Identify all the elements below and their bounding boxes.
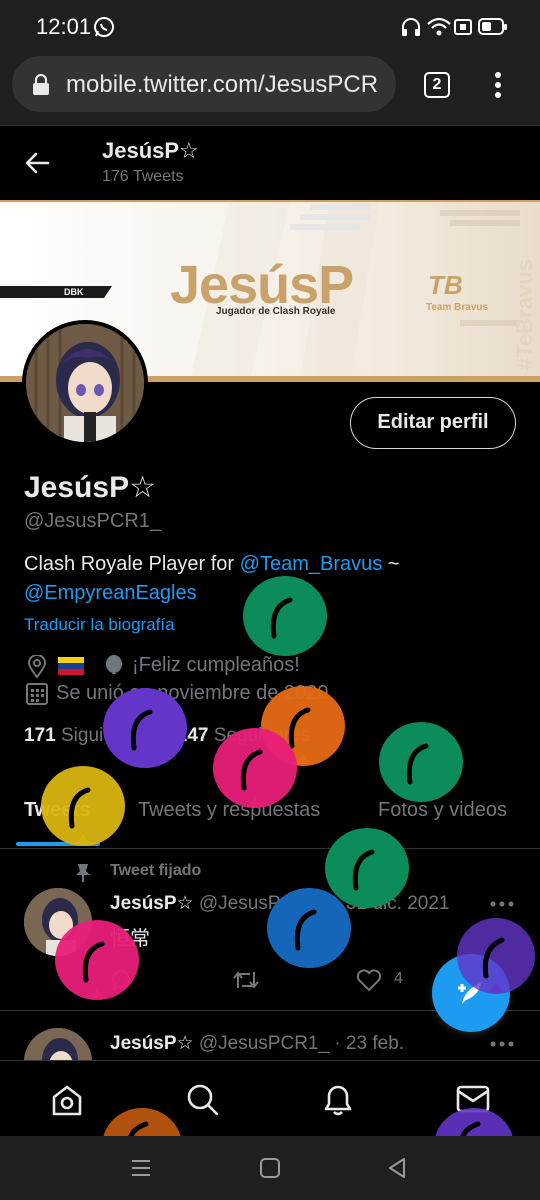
system-back-icon[interactable]	[386, 1156, 408, 1180]
notifications-icon[interactable]	[322, 1083, 354, 1117]
banner-team: Team Bravus	[426, 302, 489, 313]
sponsor-logo: DBK	[64, 287, 84, 297]
system-navigation	[0, 1136, 540, 1200]
bio-text: Clash Royale Player for	[24, 553, 240, 575]
bio-suffix: ~	[382, 553, 400, 575]
tweet-text: 恒常	[110, 928, 150, 950]
following-label: Siguiendo	[60, 725, 146, 746]
banner-side-text: #TeBravus	[512, 259, 537, 370]
calendar-icon	[26, 683, 48, 705]
following-link[interactable]: 171 Siguiendo	[24, 725, 146, 746]
translate-bio-link[interactable]: Traducir la biografía	[24, 615, 175, 635]
tweet-author-name[interactable]: JesúsP☆	[110, 893, 194, 914]
tab-tweets[interactable]: Tweets	[24, 799, 90, 822]
edit-profile-button[interactable]: Editar perfil	[350, 397, 516, 449]
messages-icon[interactable]	[456, 1085, 490, 1113]
follow-stats: 171 Siguiendo 247 Seguidores	[24, 725, 310, 747]
header-name: JesúsP☆	[102, 138, 199, 163]
status-bar: 12:01	[0, 0, 540, 54]
more-horiz-icon[interactable]	[490, 1038, 514, 1050]
bio-mention-team-bravus[interactable]: @Team_Bravus	[240, 553, 383, 575]
pinned-label: Tweet fijado	[110, 862, 202, 879]
birthday-text: ¡Feliz cumpleaños!	[132, 654, 300, 676]
tweet-author-name[interactable]: JesúsP☆	[110, 1033, 194, 1054]
joined-text: Se unió en noviembre de 2020	[56, 682, 329, 704]
header-tweet-count: 176 Tweets	[102, 168, 184, 185]
search-icon[interactable]	[186, 1083, 220, 1117]
display-name: JesúsP☆	[24, 471, 156, 504]
profile-header: JesúsP☆ 176 Tweets	[0, 126, 540, 200]
like-icon[interactable]	[356, 968, 382, 992]
bottom-navigation	[0, 1060, 540, 1136]
following-count: 171	[24, 725, 56, 746]
address-bar[interactable]: mobile.twitter.com/JesusPCR	[12, 56, 396, 112]
browser-toolbar: mobile.twitter.com/JesusPCR 2	[0, 54, 540, 126]
retweet-icon[interactable]	[232, 968, 260, 992]
headphones-icon	[402, 18, 420, 36]
bio: Clash Royale Player for @Team_Bravus ~	[24, 553, 399, 576]
compose-tweet-button[interactable]	[432, 954, 510, 1032]
tweet-author-handle: @JesusPCR1_	[198, 1033, 330, 1054]
tab-media[interactable]: Fotos y videos	[378, 799, 507, 822]
tweet-date[interactable]: · 23 feb.	[334, 1033, 404, 1054]
profile-tabs: Tweets Tweets y respuestas Fotos y video…	[0, 785, 540, 849]
tweet-avatar-illustration	[24, 888, 92, 956]
profile-avatar[interactable]	[22, 320, 148, 446]
tab-switcher-button[interactable]: 2	[424, 72, 450, 98]
followers-label: Seguidores	[213, 725, 310, 746]
status-time: 12:01	[36, 14, 92, 39]
home-icon[interactable]	[50, 1083, 84, 1117]
battery-icon	[478, 18, 507, 35]
tab-tweets-replies[interactable]: Tweets y respuestas	[138, 799, 320, 822]
recents-icon[interactable]	[130, 1158, 152, 1178]
bio-mention-empyrean-eagles[interactable]: @EmpyreanEagles	[24, 582, 197, 605]
back-arrow-icon[interactable]	[24, 150, 50, 176]
tweet-header: JesúsP☆ @JesusPCR1_ · 31 dic. 2021	[110, 892, 449, 915]
profile-handle: @JesusPCR1_	[24, 510, 162, 532]
whatsapp-icon	[94, 17, 114, 37]
balloon-icon	[106, 655, 122, 674]
more-horiz-icon[interactable]	[490, 898, 514, 910]
banner-subtitle: Jugador de Clash Royale	[216, 306, 336, 317]
reply-icon[interactable]	[110, 968, 134, 992]
home-system-icon[interactable]	[259, 1157, 281, 1179]
venezuela-flag-icon	[58, 657, 84, 675]
pin-icon	[76, 864, 90, 882]
nfc-icon	[454, 19, 472, 35]
compose-icon	[458, 982, 482, 1004]
tweet-header: JesúsP☆ @JesusPCR1_ · 23 feb.	[110, 1032, 404, 1055]
tweet-date[interactable]: · 31 dic. 2021	[334, 893, 449, 914]
url-text: mobile.twitter.com/JesusPCR	[66, 71, 379, 98]
lock-icon	[33, 74, 49, 95]
more-vert-icon[interactable]	[490, 70, 506, 100]
followers-count: 247	[176, 725, 209, 746]
tweet-avatar[interactable]	[24, 888, 92, 956]
location-icon	[27, 655, 47, 679]
like-count: 4	[394, 970, 403, 987]
tweet-author-handle: @JesusPCR1_	[198, 893, 330, 914]
team-logo: TB	[428, 270, 463, 300]
avatar-illustration	[26, 324, 144, 442]
wifi-icon	[427, 17, 451, 36]
active-tab-indicator	[16, 842, 100, 846]
followers-link[interactable]: 247 Seguidores	[177, 725, 310, 746]
